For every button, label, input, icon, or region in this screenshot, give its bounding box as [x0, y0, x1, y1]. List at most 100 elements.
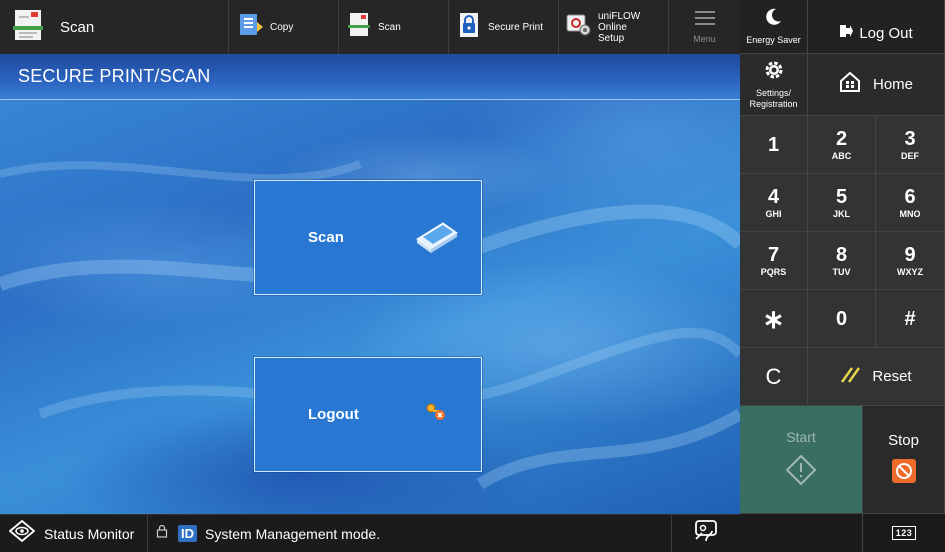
key-digit: ∗ [762, 303, 785, 334]
key-2[interactable]: 2 ABC [808, 116, 876, 174]
key-letters: JKL [832, 208, 850, 219]
status-monitor-icon [8, 519, 36, 547]
key-7[interactable]: 7 PQRS [740, 232, 808, 290]
uniflow-setup-label: uniFLOW Online Setup [598, 11, 668, 44]
copy-icon [238, 12, 264, 43]
lock-icon [156, 524, 168, 543]
home-label: Home [872, 76, 913, 93]
scanner-icon [413, 217, 461, 262]
scan-small-shortcut[interactable]: Scan [339, 0, 449, 54]
moon-icon [765, 8, 782, 31]
key-digit: 1 [767, 133, 780, 156]
key-6[interactable]: 6 MNO [876, 174, 945, 232]
key-letters: WXYZ [897, 266, 923, 277]
start-label: Start [786, 429, 816, 445]
key-4[interactable]: 4 GHI [740, 174, 808, 232]
key-digit: 3 [904, 127, 916, 150]
key-digit: 5 [835, 185, 848, 208]
panel-bottom-spacer [740, 514, 863, 552]
secure-print-shortcut[interactable]: Secure Print [449, 0, 559, 54]
key-letters: PQRS [760, 266, 787, 277]
copy-label: Copy [270, 21, 294, 33]
home-button[interactable]: Home [808, 54, 945, 116]
stop-label: Stop [888, 431, 919, 449]
logout-button-label: Logout [308, 406, 359, 423]
key-letters: DEF [901, 150, 919, 161]
scan-button-label: Scan [308, 229, 344, 246]
page-title: SECURE PRINT/SCAN [18, 66, 211, 86]
page-header: SECURE PRINT/SCAN [0, 54, 740, 100]
settings-label-line1: Settings/ [755, 88, 792, 98]
energy-saver-label: Energy Saver [746, 35, 801, 45]
key-digit: 0 [835, 307, 848, 330]
log-out-button[interactable]: Log Out [808, 0, 945, 54]
reset-label: Reset [872, 368, 912, 385]
log-out-icon [839, 24, 854, 43]
control-panel: Energy Saver Log Out Settings/ Registrat… [740, 0, 945, 552]
menu-label: Menu [693, 34, 716, 44]
clear-key[interactable]: C [740, 348, 808, 406]
key-1[interactable]: 1 [740, 116, 808, 174]
scan-small-label: Scan [378, 21, 401, 33]
key-3[interactable]: 3 DEF [876, 116, 945, 174]
status-bar: Status Monitor ID System Management mode… [0, 514, 740, 552]
keyboard-123-icon: 123 [891, 526, 917, 540]
key-digit: 6 [904, 185, 916, 208]
key-digit: 2 [835, 127, 848, 150]
scan-shortcut[interactable]: Scan [0, 0, 229, 54]
remote-operation-button[interactable] [671, 515, 740, 552]
stop-button[interactable]: Stop [863, 406, 945, 514]
system-message-text: System Management mode. [205, 525, 381, 542]
gear-icon [763, 59, 785, 86]
uniflow-label-line1: uniFLOW Online [598, 10, 641, 33]
numeric-keyboard-button[interactable]: 123 [863, 514, 945, 552]
status-monitor-label: Status Monitor [44, 525, 135, 542]
scan-shortcut-label: Scan [60, 18, 95, 36]
key-8[interactable]: 8 TUV [808, 232, 876, 290]
key-0[interactable]: 0 [808, 290, 876, 348]
key-digit: 8 [835, 243, 848, 266]
uniflow-setup-shortcut[interactable]: uniFLOW Online Setup [559, 0, 669, 54]
settings-registration-button[interactable]: Settings/ Registration [740, 54, 808, 116]
reset-slash-icon [840, 364, 862, 389]
status-monitor-button[interactable]: Status Monitor [0, 515, 148, 552]
energy-saver-button[interactable]: Energy Saver [740, 0, 808, 54]
remote-operation-icon [692, 519, 720, 548]
uniflow-label-line2: Setup [598, 32, 625, 44]
key-letters: GHI [765, 208, 782, 219]
scan-small-icon [346, 12, 372, 43]
hamburger-icon [694, 10, 715, 31]
scan-button[interactable]: Scan [254, 180, 482, 295]
key-letters: MNO [899, 208, 921, 219]
key-digit: 7 [767, 243, 780, 266]
menu-button[interactable]: Menu [669, 0, 740, 54]
copy-shortcut[interactable]: Copy [229, 0, 339, 54]
system-message: ID System Management mode. [148, 515, 380, 552]
id-badge: ID [178, 525, 197, 542]
key-5[interactable]: 5 JKL [808, 174, 876, 232]
stop-icon [891, 458, 916, 488]
settings-registration-label: Settings/ Registration [749, 88, 797, 110]
key-digit: 9 [904, 243, 916, 266]
key-letters: ABC [831, 150, 852, 161]
key-letters: TUV [832, 266, 851, 277]
main-area: SECURE PRINT/SCAN Scan Logout [0, 54, 740, 514]
function-bar: Scan Copy Scan Secure Print uniFLOW Onli… [0, 0, 740, 54]
uniflow-gear-icon [566, 12, 592, 43]
start-button[interactable]: Start [740, 406, 863, 514]
key-digit: 4 [767, 185, 780, 208]
home-icon [839, 71, 861, 98]
reset-button[interactable]: Reset [808, 348, 945, 406]
key-asterisk[interactable]: ∗ [740, 290, 808, 348]
logout-button[interactable]: Logout [254, 357, 482, 472]
key-hash[interactable]: # [876, 290, 945, 348]
device-screen: Scan Copy Scan Secure Print uniFLOW Onli… [0, 0, 945, 552]
clear-key-label: C [765, 363, 782, 389]
secure-print-lock-icon [456, 12, 482, 43]
secure-print-label: Secure Print [488, 21, 544, 33]
key-digit: # [904, 307, 916, 330]
start-diamond-icon [785, 454, 817, 490]
settings-label-line2: Registration [749, 99, 798, 109]
log-out-label: Log Out [859, 25, 913, 42]
key-9[interactable]: 9 WXYZ [876, 232, 945, 290]
